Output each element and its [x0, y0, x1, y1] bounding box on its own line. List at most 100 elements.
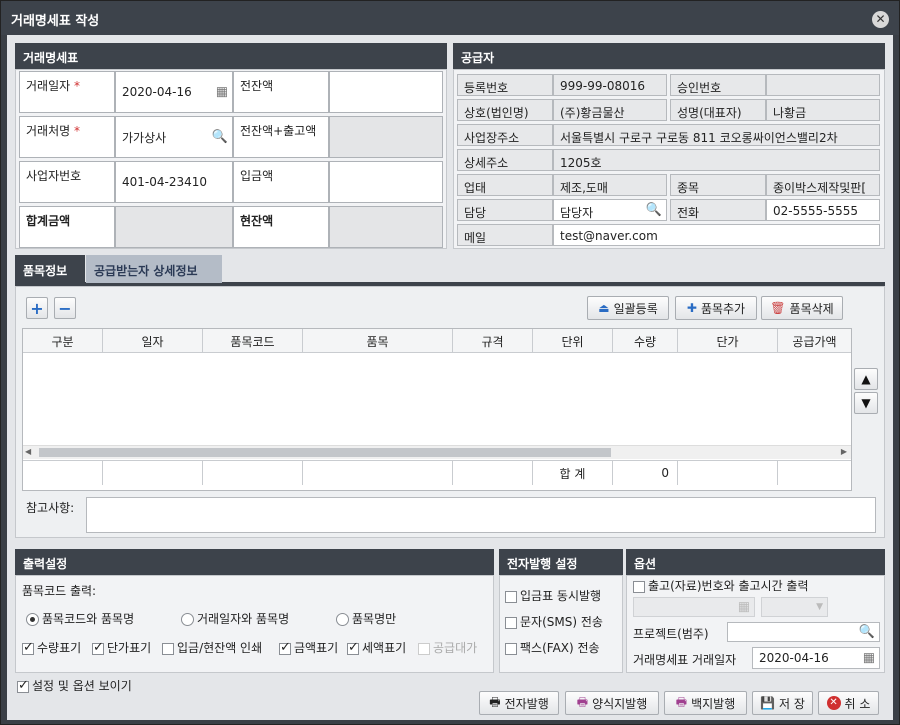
- checkbox-label: 출고(자료)번호와 출고시간 출력: [648, 579, 809, 593]
- search-icon[interactable]: 🔍: [859, 625, 875, 640]
- checkbox-label: 단가표기: [107, 641, 152, 655]
- checkbox[interactable]: [633, 580, 645, 593]
- calendar-icon[interactable]: ▦: [216, 85, 228, 100]
- add-item-button[interactable]: ✚ 품목추가: [675, 296, 757, 320]
- delete-item-button[interactable]: 🗑 품목삭제: [761, 296, 843, 320]
- radio-button[interactable]: [181, 613, 194, 626]
- checkbox[interactable]: [22, 640, 34, 655]
- column-header[interactable]: 품목: [303, 329, 453, 353]
- check-deposit-slip[interactable]: 입금표 동시발행: [505, 587, 601, 604]
- sum-cell: [678, 461, 778, 485]
- blank-issue-label: 백지발행: [691, 696, 736, 711]
- minus-icon[interactable]: −: [54, 297, 76, 319]
- bulk-register-label: 일괄등록: [613, 301, 658, 316]
- radio-button[interactable]: [26, 613, 39, 626]
- column-header[interactable]: 단위: [533, 329, 613, 353]
- search-icon[interactable]: 🔍: [646, 203, 662, 218]
- check-deposit-print[interactable]: 입금/현잔액 인쇄: [162, 639, 262, 656]
- project-input[interactable]: 🔍: [727, 622, 880, 642]
- client-input[interactable]: 가가상사 🔍: [115, 116, 233, 158]
- client-value: 가가상사: [122, 130, 167, 145]
- checkbox[interactable]: [279, 640, 291, 655]
- add-item-label: 품목추가: [700, 301, 746, 316]
- tab-receiver-detail[interactable]: 공급받는자 상세정보: [86, 255, 222, 283]
- bizno-label: 사업자번호: [19, 161, 115, 203]
- column-header[interactable]: 단가: [678, 329, 778, 353]
- check-tax[interactable]: 세액표기: [347, 639, 406, 656]
- radio-name-only[interactable]: 품목명만: [336, 610, 396, 627]
- radio-code-and-name[interactable]: 품목코드와 품목명: [26, 610, 134, 627]
- phone-input[interactable]: 02-5555-5555: [766, 199, 880, 221]
- check-amount[interactable]: 금액표기: [279, 639, 338, 656]
- check-fax[interactable]: 팩스(FAX) 전송: [505, 639, 600, 656]
- checkbox[interactable]: [418, 642, 430, 655]
- move-up-icon[interactable]: ▲: [854, 368, 878, 390]
- scroll-left-icon[interactable]: ◀: [25, 447, 31, 456]
- check-supply-price[interactable]: 공급대가: [418, 639, 477, 656]
- blank-issue-button[interactable]: 🖶 백지발행: [664, 691, 747, 715]
- address-label: 사업장주소: [457, 124, 553, 146]
- company-label: 상호(법인명): [457, 99, 553, 121]
- column-header[interactable]: 공급가액: [778, 329, 851, 353]
- e-issue-button[interactable]: 🖶 전자발행: [479, 691, 559, 715]
- required-mark: *: [74, 79, 80, 93]
- bizno-input[interactable]: 401-04-23410: [115, 161, 233, 203]
- out-date-input: ▦: [633, 597, 755, 617]
- e-issue-label: 전자발행: [504, 696, 549, 711]
- form-issue-button[interactable]: 🖶 양식지발행: [565, 691, 659, 715]
- checkbox[interactable]: [92, 640, 104, 655]
- check-quantity[interactable]: 수량표기: [22, 639, 81, 656]
- sum-label: 합 계: [533, 461, 613, 485]
- check-sms[interactable]: 문자(SMS) 전송: [505, 613, 603, 630]
- cancel-button[interactable]: ✕ 취 소: [818, 691, 879, 715]
- column-header[interactable]: 일자: [103, 329, 203, 353]
- phone-label: 전화: [670, 199, 766, 221]
- approval-label: 승인번호: [670, 74, 766, 96]
- close-icon[interactable]: ✕: [872, 11, 889, 28]
- total-label: 합계금액: [19, 206, 115, 248]
- scroll-right-icon[interactable]: ▶: [841, 447, 847, 456]
- check-unitprice[interactable]: 단가표기: [92, 639, 151, 656]
- radio-button[interactable]: [336, 613, 349, 626]
- tab-items[interactable]: 품목정보: [15, 255, 85, 283]
- check-out-number[interactable]: 출고(자료)번호와 출고시간 출력: [633, 577, 809, 594]
- save-icon: 💾: [760, 696, 776, 710]
- checkbox[interactable]: [162, 642, 174, 655]
- horizontal-scrollbar[interactable]: ◀ ▶: [23, 445, 851, 459]
- cancel-label: 취 소: [844, 696, 871, 711]
- scroll-thumb[interactable]: [39, 448, 611, 457]
- memo-input[interactable]: [86, 497, 876, 533]
- manager-input[interactable]: 담당자 🔍: [553, 199, 667, 221]
- save-button[interactable]: 💾 저 장: [752, 691, 813, 715]
- radio-label: 품목명만: [352, 612, 397, 626]
- deposit-input[interactable]: [329, 161, 443, 203]
- column-header[interactable]: 수량: [613, 329, 678, 353]
- search-icon[interactable]: 🔍: [212, 130, 228, 145]
- column-header[interactable]: 품목코드: [203, 329, 303, 353]
- move-down-icon[interactable]: ▼: [854, 392, 878, 414]
- ceo-value: 나황금: [766, 99, 880, 121]
- check-show-settings[interactable]: 설정 및 옵션 보이기: [17, 677, 132, 694]
- form-issue-label: 양식지발행: [592, 696, 648, 711]
- checkbox[interactable]: [505, 590, 517, 603]
- items-grid: 구분 일자 품목코드 품목 규격 단위 수량 단가 공급가액 ◀ ▶ 합 계 0: [22, 328, 852, 491]
- email-input[interactable]: test@naver.com: [553, 224, 880, 246]
- inv-date-input[interactable]: 2020-04-16 ▦: [752, 647, 880, 669]
- column-header[interactable]: 규격: [453, 329, 533, 353]
- checkbox[interactable]: [505, 616, 517, 629]
- bulk-register-button[interactable]: ⏏ 일괄등록: [587, 296, 669, 320]
- calendar-icon[interactable]: ▦: [863, 651, 875, 666]
- column-header[interactable]: 구분: [23, 329, 103, 353]
- sum-cell: [453, 461, 533, 485]
- approval-value: [766, 74, 880, 96]
- radio-date-and-name[interactable]: 거래일자와 품목명: [181, 610, 289, 627]
- checkbox[interactable]: [505, 642, 517, 655]
- out-time-select: ▼: [761, 597, 828, 617]
- save-label: 저 장: [779, 696, 805, 711]
- date-input[interactable]: 2020-04-16 ▦: [115, 71, 233, 113]
- plus-icon[interactable]: +: [26, 297, 48, 319]
- upload-icon: ⏏: [598, 301, 610, 315]
- date-label: 거래일자 *: [19, 71, 115, 113]
- checkbox[interactable]: [347, 640, 359, 655]
- checkbox[interactable]: [17, 678, 29, 693]
